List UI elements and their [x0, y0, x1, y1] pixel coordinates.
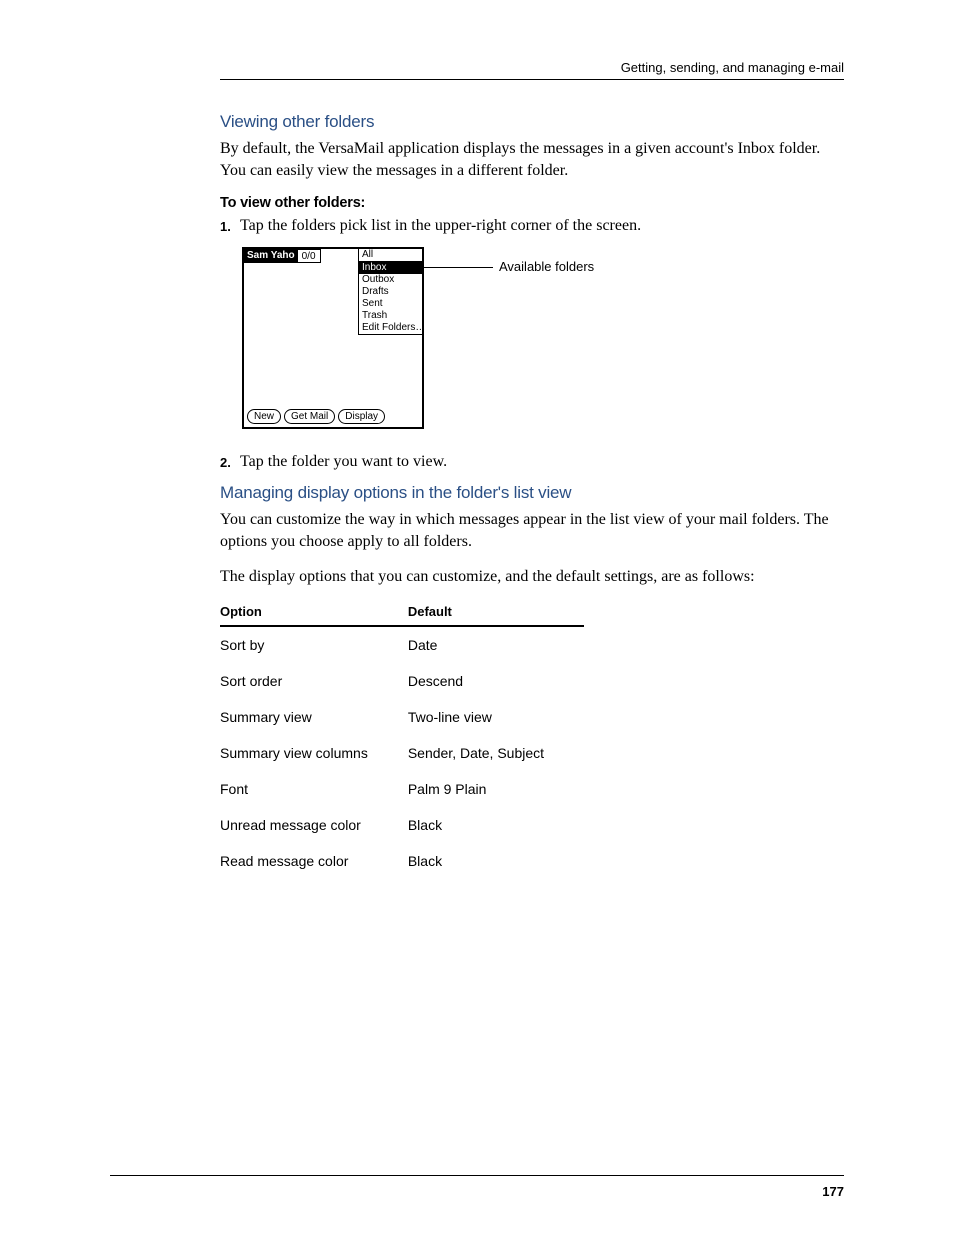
- dropdown-item-sent[interactable]: Sent: [359, 298, 422, 310]
- option-name: Summary view columns: [220, 735, 408, 771]
- col-option: Option: [220, 604, 408, 626]
- dropdown-item-edit-folders[interactable]: Edit Folders…: [359, 322, 422, 334]
- folder-dropdown[interactable]: All Inbox Outbox Drafts Sent Trash Edit …: [358, 249, 422, 335]
- table-row: Summary viewTwo-line view: [220, 699, 584, 735]
- table-row: Sort orderDescend: [220, 663, 584, 699]
- header-text: Getting, sending, and managing e-mail: [621, 60, 844, 75]
- callout-leader-line: [423, 267, 493, 268]
- option-default: Black: [408, 843, 584, 879]
- step-text: Tap the folders pick list in the upper-r…: [240, 217, 641, 235]
- step-text: Tap the folder you want to view.: [240, 453, 447, 471]
- table-row: Sort byDate: [220, 626, 584, 663]
- step-number: 1.: [220, 217, 240, 235]
- option-default: Sender, Date, Subject: [408, 735, 584, 771]
- option-name: Sort by: [220, 626, 408, 663]
- option-default: Two-line view: [408, 699, 584, 735]
- button-bar: New Get Mail Display: [247, 409, 385, 424]
- callout-label: Available folders: [499, 259, 594, 274]
- section-heading-viewing: Viewing other folders: [220, 112, 844, 132]
- option-name: Unread message color: [220, 807, 408, 843]
- page-footer: 177: [110, 1175, 844, 1199]
- body-paragraph: By default, the VersaMail application di…: [220, 138, 844, 181]
- running-header: Getting, sending, and managing e-mail: [220, 60, 844, 80]
- body-paragraph: You can customize the way in which messa…: [220, 509, 844, 552]
- option-name: Summary view: [220, 699, 408, 735]
- option-name: Font: [220, 771, 408, 807]
- table-row: Read message colorBlack: [220, 843, 584, 879]
- dropdown-item-outbox[interactable]: Outbox: [359, 274, 422, 286]
- new-button[interactable]: New: [247, 409, 281, 424]
- dropdown-item-all[interactable]: All: [359, 249, 422, 262]
- option-default: Black: [408, 807, 584, 843]
- page: Getting, sending, and managing e-mail Vi…: [0, 0, 954, 1235]
- get-mail-button[interactable]: Get Mail: [284, 409, 335, 424]
- options-table: Option Default Sort byDate Sort orderDes…: [220, 604, 584, 879]
- option-default: Descend: [408, 663, 584, 699]
- dropdown-item-trash[interactable]: Trash: [359, 310, 422, 322]
- table-header-row: Option Default: [220, 604, 584, 626]
- option-default: Date: [408, 626, 584, 663]
- message-count: 0/0: [297, 249, 321, 263]
- body-paragraph: The display options that you can customi…: [220, 566, 844, 588]
- device-screenshot: Sam Yaho 0/0 All Inbox Outbox Drafts Sen…: [242, 247, 424, 429]
- option-default: Palm 9 Plain: [408, 771, 584, 807]
- dropdown-item-inbox[interactable]: Inbox: [359, 262, 422, 274]
- col-default: Default: [408, 604, 584, 626]
- option-name: Read message color: [220, 843, 408, 879]
- display-button[interactable]: Display: [338, 409, 385, 424]
- table-row: Unread message colorBlack: [220, 807, 584, 843]
- step-2: 2. Tap the folder you want to view.: [220, 453, 844, 471]
- table-row: Summary view columnsSender, Date, Subjec…: [220, 735, 584, 771]
- page-number: 177: [822, 1184, 844, 1199]
- section-heading-managing: Managing display options in the folder's…: [220, 483, 844, 503]
- step-1: 1. Tap the folders pick list in the uppe…: [220, 217, 844, 235]
- account-name: Sam Yaho: [244, 249, 298, 263]
- procedure-heading: To view other folders:: [220, 195, 844, 211]
- table-row: FontPalm 9 Plain: [220, 771, 584, 807]
- step-number: 2.: [220, 453, 240, 471]
- dropdown-item-drafts[interactable]: Drafts: [359, 286, 422, 298]
- option-name: Sort order: [220, 663, 408, 699]
- figure-folders-picklist: Sam Yaho 0/0 All Inbox Outbox Drafts Sen…: [242, 247, 844, 429]
